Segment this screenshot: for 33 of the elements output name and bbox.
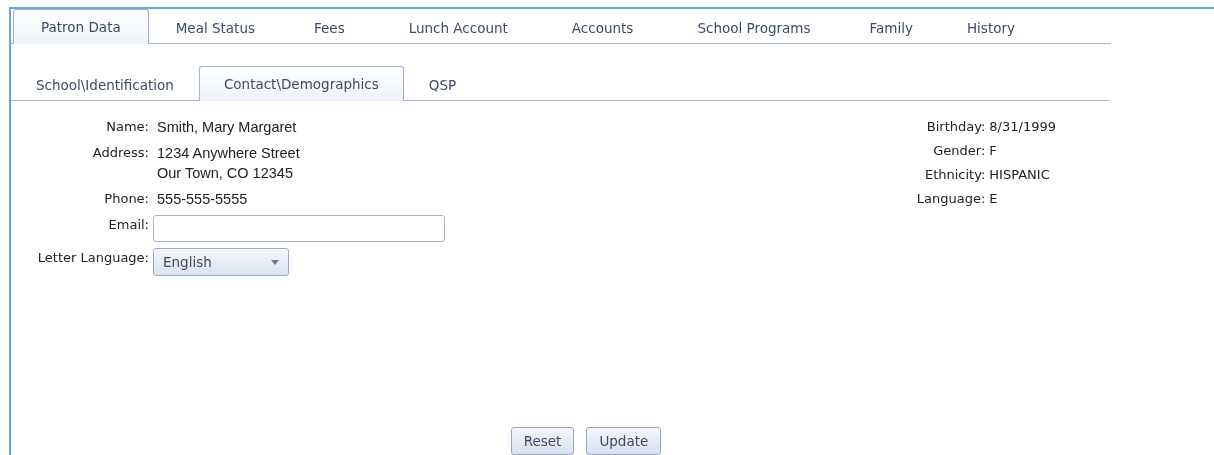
tab[interactable]: School\Identification: [11, 68, 199, 101]
tab[interactable]: Fees: [282, 11, 377, 44]
field-label: Ethnicity:: [923, 167, 986, 182]
tab[interactable]: Family: [842, 11, 940, 44]
tab[interactable]: Contact\Demographics: [198, 66, 404, 101]
tab[interactable]: History: [939, 11, 1042, 44]
field-value: F: [989, 143, 998, 158]
field-value: Smith, Mary Margaret: [157, 118, 298, 137]
field-label: Letter Language:: [36, 249, 149, 265]
tab[interactable]: School Programs: [665, 11, 843, 44]
field-value: 8/31/1999: [989, 119, 1056, 134]
field-value: HISPANIC: [989, 167, 1051, 182]
field-label: Name:: [105, 118, 149, 134]
tab[interactable]: Patron Data: [13, 9, 149, 44]
field-value: 1234 Anywhere Street: [157, 144, 301, 163]
field-value: Our Town, CO 12345: [157, 164, 294, 183]
field-label: Email:: [107, 216, 149, 232]
field-label: Phone:: [103, 190, 149, 206]
field-label: Language:: [916, 191, 986, 206]
tab[interactable]: QSP: [403, 68, 482, 101]
language-dropdown[interactable]: English: [153, 248, 289, 276]
field-label: Birthday:: [925, 119, 986, 134]
tab[interactable]: Accounts: [539, 11, 666, 44]
caret-icon: [271, 259, 279, 265]
action-button[interactable]: Update: [586, 427, 662, 455]
field-value: 555-555-5555: [157, 190, 249, 209]
email-field[interactable]: [153, 215, 445, 242]
field-label: Gender:: [932, 143, 986, 158]
field-label: Address:: [91, 144, 149, 160]
tab[interactable]: Lunch Account: [376, 11, 540, 44]
tab[interactable]: Meal Status: [148, 11, 282, 44]
action-button[interactable]: Reset: [510, 427, 575, 455]
field-value: E: [989, 191, 999, 206]
